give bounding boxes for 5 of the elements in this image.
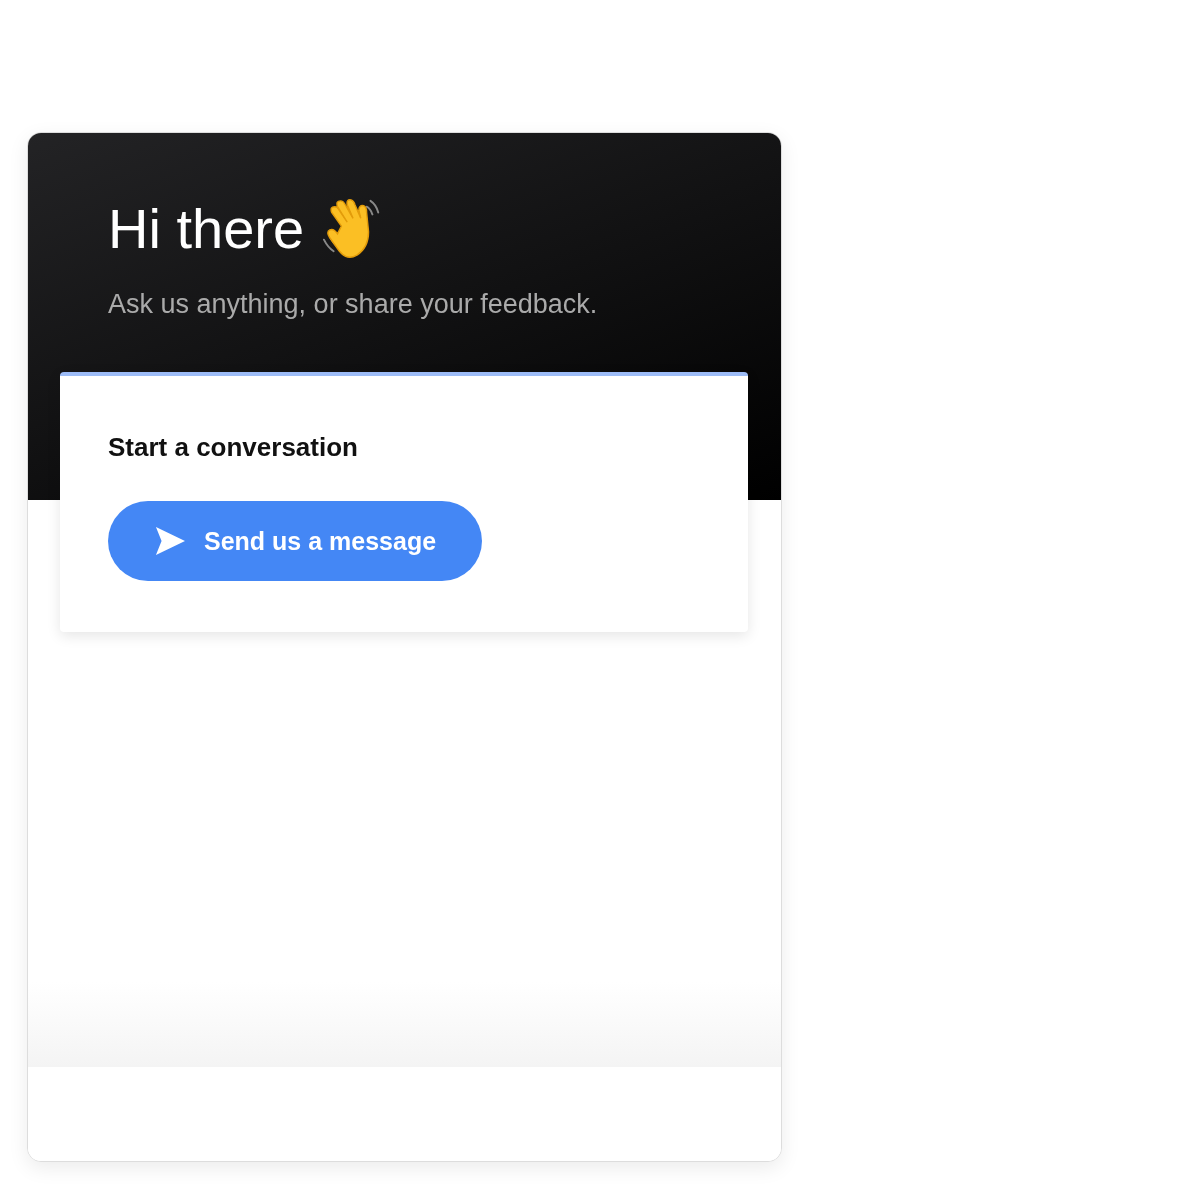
card-title: Start a conversation [108, 432, 359, 463]
send-message-button[interactable]: Send us a message [108, 501, 483, 581]
greeting-title: Hi there [108, 196, 305, 262]
greeting-subtitle: Ask us anything, or share your feedback. [108, 289, 599, 320]
send-icon [154, 526, 186, 556]
